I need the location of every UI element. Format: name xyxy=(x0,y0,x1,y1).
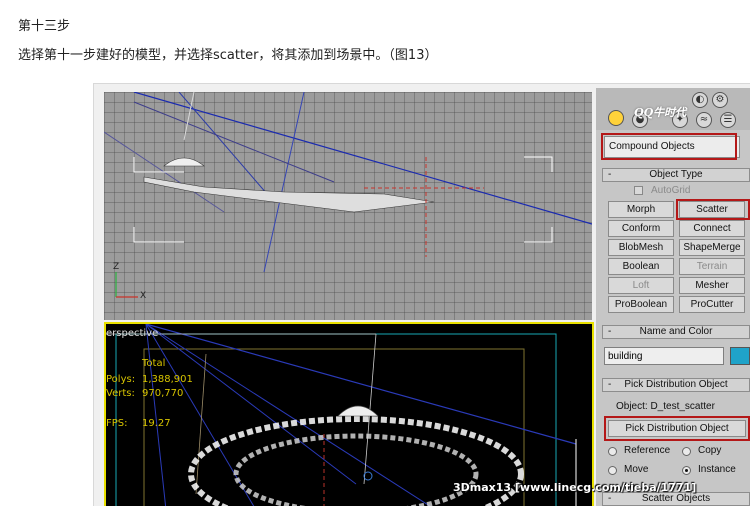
sphere-icon[interactable] xyxy=(608,110,624,126)
top-viewport[interactable]: Z X xyxy=(104,92,592,320)
stats-polys-label: Polys: xyxy=(106,374,136,385)
stats-polys-value: 1,388,901 xyxy=(142,374,193,385)
step-description: 选择第十一步建好的模型，并选择scatter，将其添加到场景中。（图13） xyxy=(18,48,438,63)
axis-x-label: X xyxy=(140,291,147,301)
boolean-button[interactable]: Boolean xyxy=(608,258,674,275)
pick-distribution-highlight xyxy=(604,416,750,441)
step-title: 第十三步 xyxy=(18,19,71,34)
terrain-button[interactable]: Terrain xyxy=(679,258,745,275)
distribution-object-label: Object: D_test_scatter xyxy=(616,401,715,412)
reference-radio[interactable] xyxy=(608,447,617,456)
copy-radio[interactable] xyxy=(682,447,691,456)
dropdown-highlight xyxy=(601,133,737,160)
instance-radio-label: Instance xyxy=(698,464,736,475)
name-and-color-title: Name and Color xyxy=(639,326,713,337)
top-viewport-scene xyxy=(104,92,592,298)
logo-watermark: QQ牛时代 xyxy=(634,106,687,119)
autogrid-checkbox[interactable] xyxy=(634,186,643,195)
move-radio[interactable] xyxy=(608,466,617,475)
pick-distribution-rollout[interactable]: - Pick Distribution Object xyxy=(602,378,750,392)
blobmesh-button[interactable]: BlobMesh xyxy=(608,239,674,256)
conform-button[interactable]: Conform xyxy=(608,220,674,237)
spacewarps-icon[interactable]: ≈ xyxy=(696,112,712,128)
object-type-title: Object Type xyxy=(649,169,703,180)
perspective-viewport-scene xyxy=(106,324,577,506)
lights-icon[interactable]: ⚙ xyxy=(712,92,728,108)
shapemerge-button[interactable]: ShapeMerge xyxy=(679,239,745,256)
autogrid-label: AutoGrid xyxy=(651,185,691,196)
command-panel-tabs: ◐ ⚙ ● ✦ ≈ ☰ QQ牛时代 xyxy=(596,88,750,130)
proboolean-button[interactable]: ProBoolean xyxy=(608,296,674,313)
loft-button[interactable]: Loft xyxy=(608,277,674,294)
move-radio-label: Move xyxy=(624,464,649,475)
connect-button[interactable]: Connect xyxy=(679,220,745,237)
perspective-viewport[interactable]: erspective Total Polys: 1,388,901 Verts:… xyxy=(104,322,594,506)
copy-radio-label: Copy xyxy=(698,445,722,456)
object-name-input[interactable]: building xyxy=(604,347,724,365)
source-watermark: 3Dmax13 [www.linecg.com/tieba/1771] xyxy=(453,481,697,494)
reference-radio-label: Reference xyxy=(624,445,671,456)
scatter-highlight xyxy=(676,199,750,220)
systems-icon[interactable]: ☰ xyxy=(720,112,736,128)
command-panel: ◐ ⚙ ● ✦ ≈ ☰ QQ牛时代 Compound Objects - Obj… xyxy=(596,88,750,506)
stats-total-label: Total xyxy=(142,358,166,369)
shapes-icon[interactable]: ◐ xyxy=(692,92,708,108)
fps-label: FPS: xyxy=(106,418,128,429)
object-color-swatch[interactable] xyxy=(730,347,750,365)
axis-z-label: Z xyxy=(113,262,120,272)
name-and-color-rollout[interactable]: - Name and Color xyxy=(602,325,750,339)
pick-distribution-title: Pick Distribution Object xyxy=(624,379,728,390)
object-type-rollout[interactable]: - Object Type xyxy=(602,168,750,182)
scatter-objects-rollout[interactable]: - Scatter Objects xyxy=(602,492,750,506)
scatter-objects-title: Scatter Objects xyxy=(641,493,711,504)
fps-value: 19.27 xyxy=(142,418,171,429)
instance-radio[interactable] xyxy=(682,466,691,475)
stats-verts-value: 970,770 xyxy=(142,388,184,399)
viewport-label[interactable]: erspective xyxy=(106,328,158,339)
stats-verts-label: Verts: xyxy=(106,388,135,399)
procutter-button[interactable]: ProCutter xyxy=(679,296,745,313)
mesher-button[interactable]: Mesher xyxy=(679,277,745,294)
morph-button[interactable]: Morph xyxy=(608,201,674,218)
